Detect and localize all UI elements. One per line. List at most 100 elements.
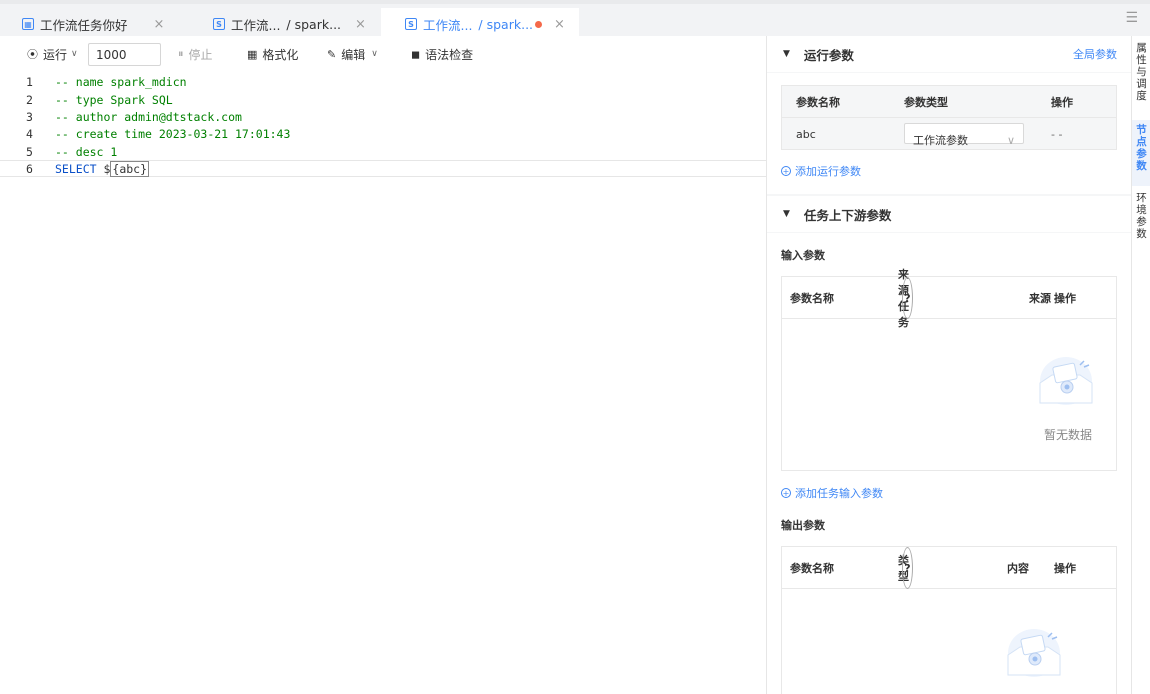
- side-tabs: 属 性 与 调 度 节 点 参 数 环 境 参 数: [1131, 36, 1150, 694]
- format-button[interactable]: ▦ 格式化: [247, 36, 298, 72]
- editor-toolbar: ⦿ 运行 ∨ ⏸ 停止 ▦ 格式化 ✎ 编辑 ∨ ◼ 语法检查: [0, 36, 766, 72]
- param-name: abc: [796, 127, 816, 141]
- check-square-icon: ◼: [411, 47, 421, 61]
- code-line-current: 6 SELECT $ {abc}: [0, 160, 766, 177]
- pen-icon: ✎: [327, 47, 337, 61]
- code-text: -- desc 1: [55, 144, 118, 159]
- table-row: abc 工作流参数 ∨ - -: [782, 118, 1116, 149]
- side-tab-env-params[interactable]: 环 境 参 数: [1132, 188, 1150, 244]
- section-title: 运行参数: [803, 47, 854, 63]
- code-line: 5 -- desc 1: [0, 143, 766, 160]
- run-params-body: 参数名称 参数类型 操作 abc 工作流参数 ∨ - - + 添加运行参数: [767, 73, 1132, 194]
- close-icon[interactable]: ×: [554, 17, 565, 32]
- caret-down-icon: ▼: [783, 49, 790, 59]
- tab-sub-label: / spark...: [478, 16, 534, 32]
- chevron-down-icon: ∨: [71, 49, 78, 59]
- spark-file-icon: S: [213, 18, 225, 30]
- code-line: 2 -- type Spark SQL: [0, 91, 766, 108]
- syntax-check-button[interactable]: ◼ 语法检查: [411, 36, 473, 72]
- side-tab-char: 性: [1136, 54, 1147, 66]
- run-button[interactable]: ⦿ 运行 ∨: [27, 36, 78, 72]
- plus-circle-icon: +: [781, 488, 791, 498]
- table-header: 参数名称 参数类型 操作: [782, 86, 1116, 118]
- code-line: 4 -- create time 2023-03-21 17:01:43: [0, 125, 766, 142]
- syntax-check-label: 语法检查: [425, 47, 474, 62]
- run-limit-input[interactable]: [88, 43, 161, 66]
- sql-keyword: SELECT: [55, 161, 97, 176]
- table-header: 参数名称 来源任务? 来源 操作: [782, 268, 1116, 329]
- output-params-title: 输出参数: [781, 519, 825, 532]
- code-text: -- name spark_mdicn: [55, 74, 187, 89]
- header-operation: 操作: [1051, 96, 1073, 109]
- side-tab-char: 属: [1136, 42, 1147, 54]
- edit-button[interactable]: ✎ 编辑 ∨: [327, 36, 378, 72]
- section-title: 任务上下游参数: [803, 207, 892, 223]
- close-icon[interactable]: ×: [154, 17, 165, 32]
- line-number: 1: [26, 74, 33, 89]
- line-number: 2: [26, 92, 33, 107]
- side-tab-char: 数: [1136, 160, 1147, 172]
- empty-box-icon: [1039, 357, 1093, 405]
- tab-sub-label: / spark...: [286, 16, 342, 32]
- side-tab-char: 参: [1136, 148, 1147, 160]
- run-label: 运行: [43, 47, 68, 62]
- spark-file-icon: S: [405, 18, 417, 30]
- upstream-params-body: 输入参数 参数名称 来源任务? 来源 操作 暂无数据 + 添加任务输入参数 输出…: [767, 233, 1132, 694]
- side-tab-node-params[interactable]: 节 点 参 数: [1132, 120, 1150, 186]
- param-operation: - -: [1051, 127, 1063, 141]
- code-line: 1 -- name spark_mdicn: [0, 73, 766, 90]
- run-params-header[interactable]: ▼ 运行参数 全局参数: [767, 36, 1132, 72]
- tab-label: 工作流...: [231, 17, 281, 33]
- tab-bar: ▦ 工作流任务你好 × S 工作流... / spark... × S 工作流.…: [0, 0, 1150, 40]
- header-operation: 操作: [1054, 292, 1076, 305]
- pause-circle-icon: ⏸: [178, 47, 184, 60]
- header-param-name: 参数名称: [790, 292, 834, 305]
- variable-placeholder: {abc}: [110, 160, 150, 177]
- code-editor[interactable]: 1 -- name spark_mdicn 2 -- type Spark SQ…: [0, 72, 766, 694]
- header-content: 内容: [1007, 562, 1029, 575]
- list-menu-icon[interactable]: ☰: [1125, 10, 1138, 26]
- grid-icon: ▦: [247, 47, 258, 61]
- chevron-down-icon: ∨: [371, 49, 378, 59]
- side-tab-char: 调: [1136, 78, 1147, 90]
- tab-label: 工作流任务你好: [40, 17, 128, 33]
- header-param-name: 参数名称: [790, 562, 834, 575]
- add-run-param-label: 添加运行参数: [795, 165, 861, 178]
- code-text: SELECT $ {abc}: [55, 160, 150, 177]
- side-tab-char: 与: [1136, 66, 1147, 78]
- side-tab-properties-schedule[interactable]: 属 性 与 调 度: [1132, 38, 1150, 106]
- add-run-param-button[interactable]: + 添加运行参数: [781, 163, 861, 179]
- side-tab-char: 参: [1136, 216, 1147, 228]
- side-tab-char: 点: [1136, 136, 1147, 148]
- line-number: 4: [26, 126, 33, 141]
- global-params-link[interactable]: 全局参数: [1073, 46, 1117, 62]
- side-tab-char: 境: [1136, 204, 1147, 216]
- empty-text: 暂无数据: [1044, 428, 1093, 442]
- sql-file-icon: ▦: [22, 18, 34, 30]
- empty-box-icon: [1007, 629, 1061, 677]
- help-icon[interactable]: ?: [902, 547, 913, 589]
- code-text: -- author admin@dtstack.com: [55, 109, 242, 124]
- side-tab-char: 节: [1136, 124, 1147, 136]
- run-params-table: 参数名称 参数类型 操作 abc 工作流参数 ∨ - -: [781, 85, 1117, 150]
- play-circle-icon: ⦿: [27, 48, 38, 61]
- edit-label: 编辑: [341, 47, 366, 62]
- output-params-table: 参数名称 类型? 内容 操作: [781, 546, 1117, 694]
- line-number: 5: [26, 144, 33, 159]
- plus-circle-icon: +: [781, 166, 791, 176]
- close-icon[interactable]: ×: [355, 17, 366, 32]
- code-symbol: $: [96, 161, 111, 176]
- caret-down-icon: ▼: [783, 209, 790, 219]
- line-number: 6: [26, 161, 33, 176]
- side-tab-char: 环: [1136, 192, 1147, 204]
- upstream-params-header[interactable]: ▼ 任务上下游参数: [767, 196, 1132, 232]
- side-tab-char: 数: [1136, 228, 1147, 240]
- select-value: 工作流参数: [913, 134, 968, 147]
- header-source: 来源: [1029, 292, 1051, 305]
- help-icon[interactable]: ?: [902, 277, 913, 319]
- code-text: -- create time 2023-03-21 17:01:43: [55, 126, 291, 141]
- add-task-input-param-button[interactable]: + 添加任务输入参数: [781, 485, 883, 501]
- side-tab-char: 度: [1136, 90, 1147, 102]
- param-type-select[interactable]: 工作流参数 ∨: [904, 123, 1024, 147]
- stop-button[interactable]: ⏸ 停止: [178, 36, 213, 72]
